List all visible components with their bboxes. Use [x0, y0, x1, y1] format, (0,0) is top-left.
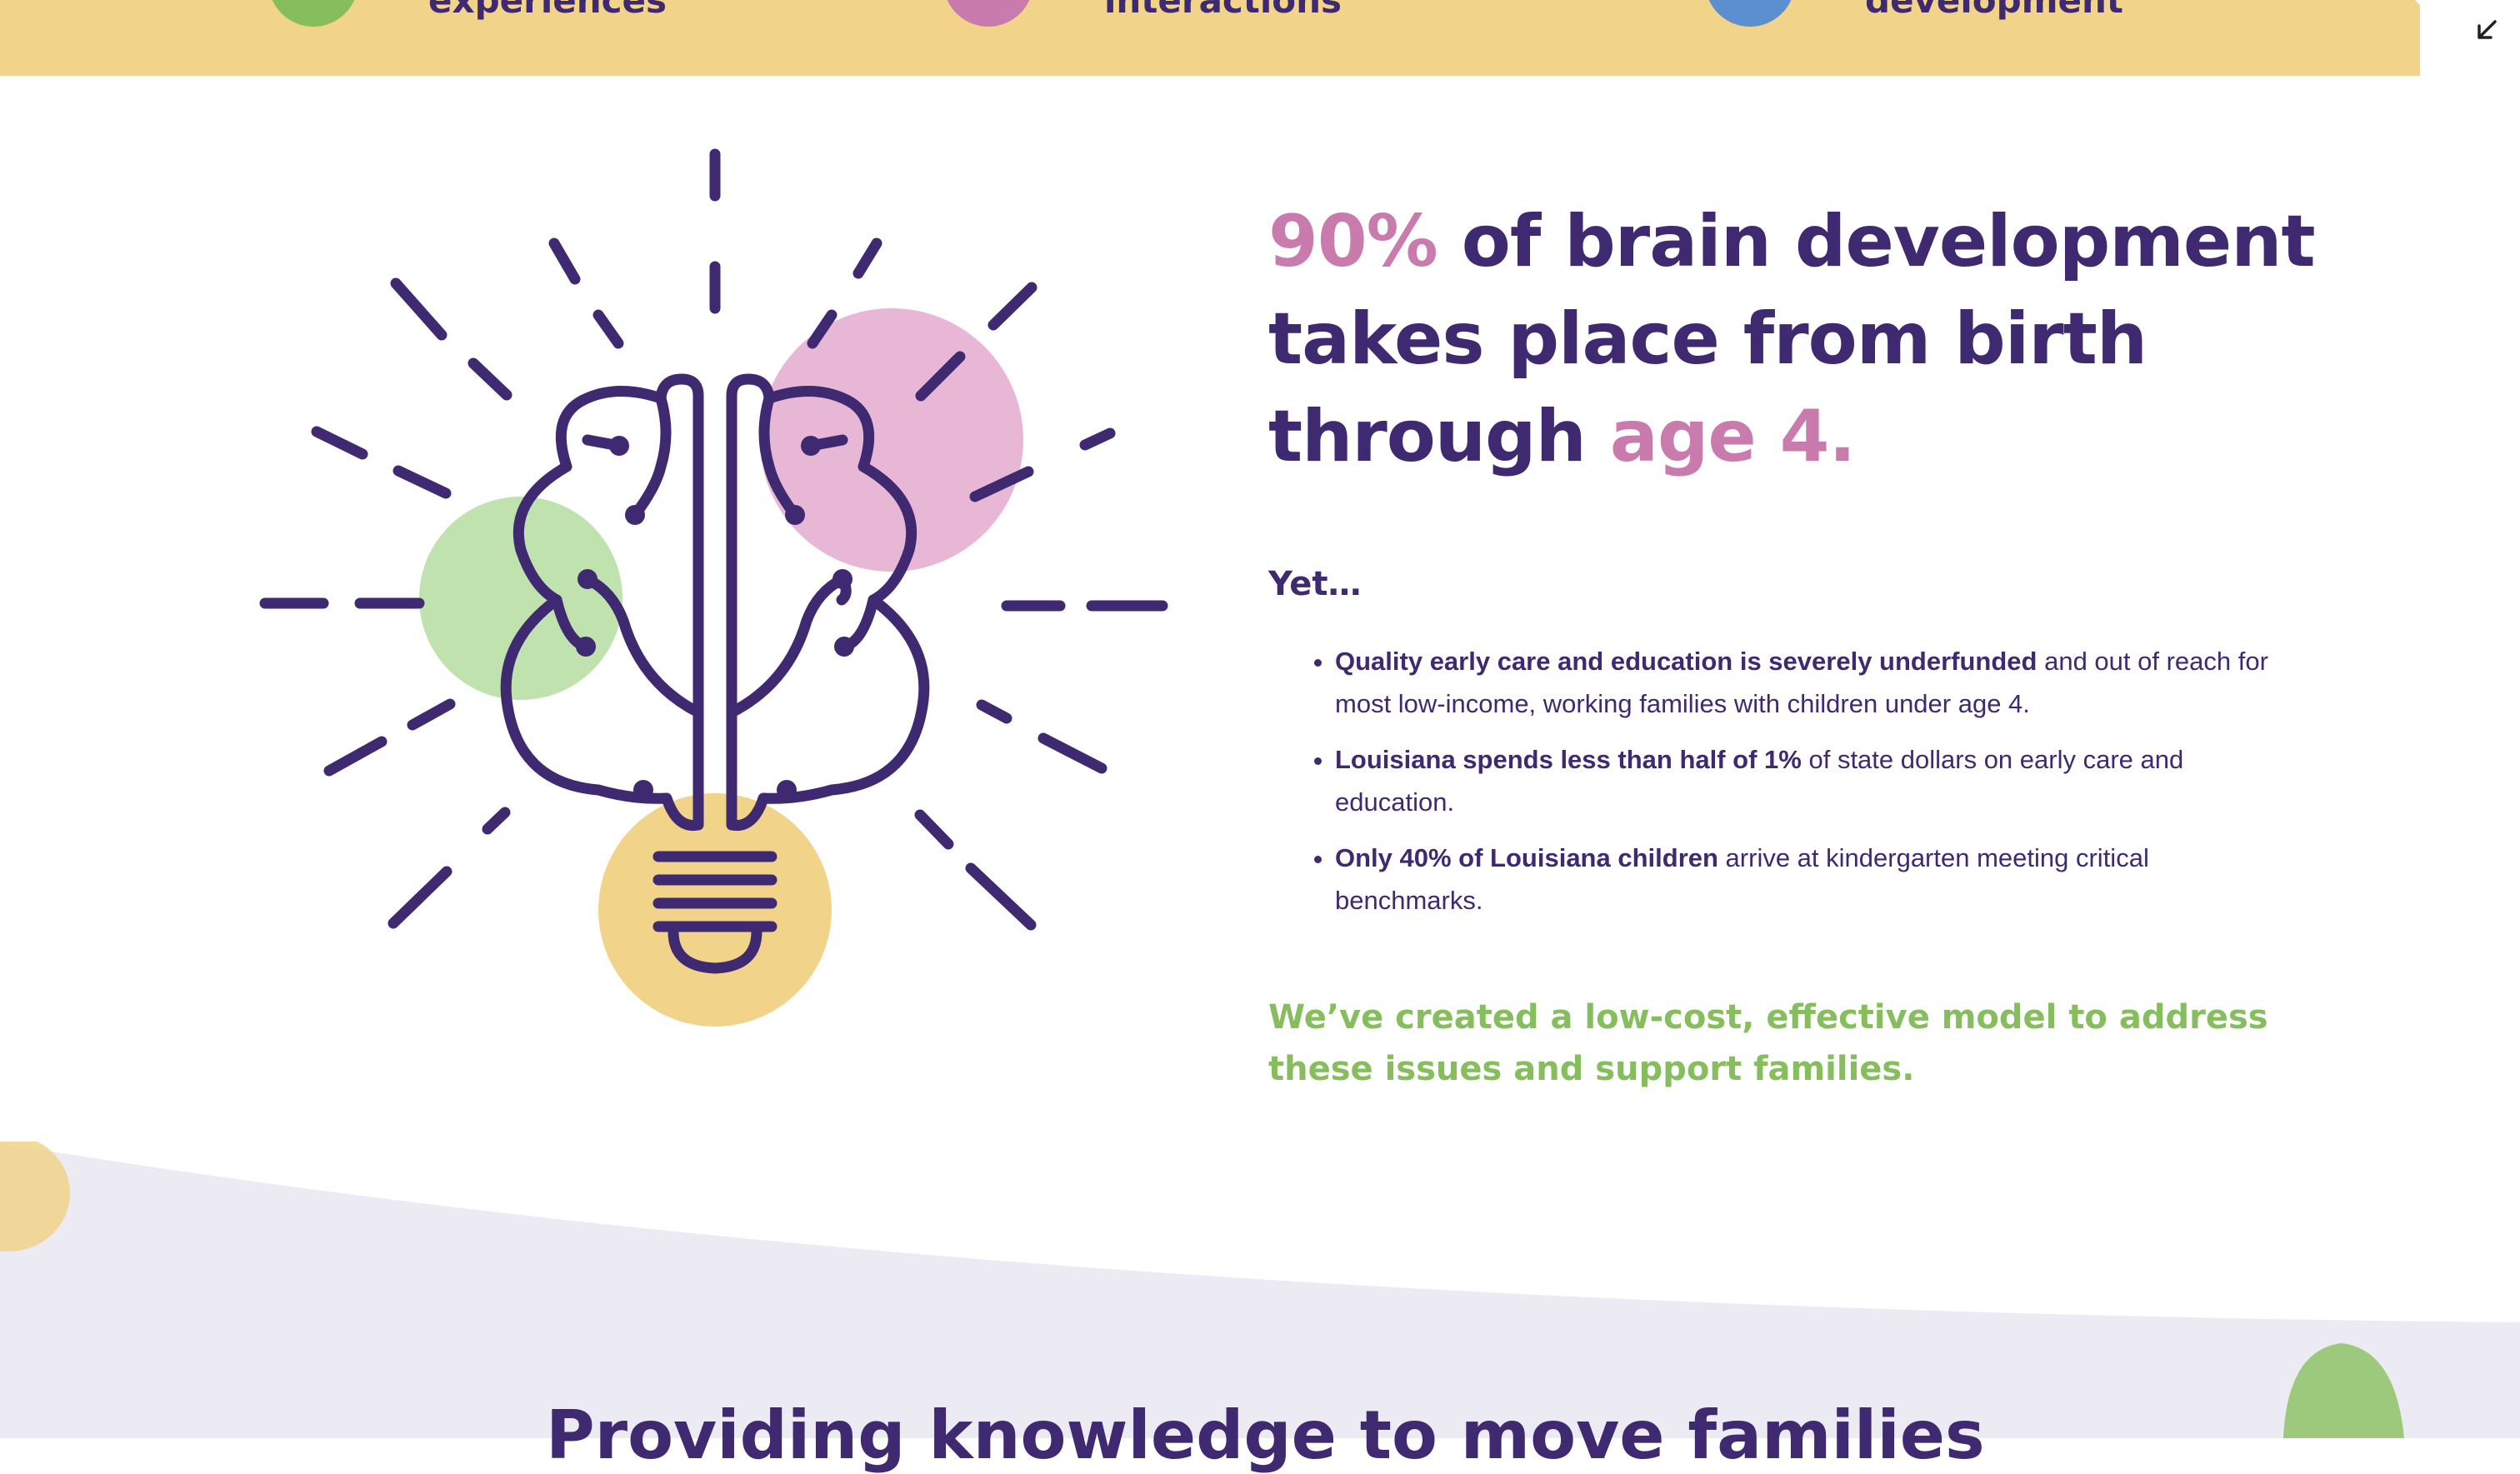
- collapse-button[interactable]: [2468, 12, 2505, 48]
- list-item-bold: Louisiana spends less than half of 1%: [1335, 745, 1802, 774]
- bottom-section-background: [0, 1142, 2520, 1438]
- next-section-title: Providing knowledge to move families: [546, 1397, 1985, 1474]
- pink-circle: [760, 308, 1023, 572]
- feature-label-development: development: [1865, 0, 2123, 21]
- feature-dot-blue: [1705, 0, 1795, 27]
- collapse-arrow-icon: [2478, 20, 2497, 39]
- list-item: Quality early care and education is seve…: [1335, 640, 2302, 725]
- feature-dot-green: [268, 0, 358, 27]
- brain-lightbulb-icon: [259, 148, 1168, 1027]
- headline-highlight-percent: 90%: [1268, 200, 1438, 283]
- statistics-list: Quality early care and education is seve…: [1308, 640, 2302, 935]
- feature-label-interactions: interactions: [1104, 0, 1342, 21]
- yet-label: Yet…: [1268, 565, 1362, 603]
- feature-dot-pink: [943, 0, 1033, 27]
- list-item-bold: Quality early care and education is seve…: [1335, 647, 2038, 676]
- headline: 90% of brain development takes place fro…: [1268, 193, 2352, 486]
- headline-highlight-age: age 4.: [1609, 395, 1856, 478]
- list-item: Only 40% of Louisiana children arrive at…: [1335, 837, 2302, 922]
- feature-label-experiences: experiences: [428, 0, 668, 21]
- yellow-circle: [598, 793, 832, 1027]
- list-item-bold: Only 40% of Louisiana children: [1335, 843, 1718, 872]
- top-feature-band: experiences interactions development: [0, 0, 2492, 76]
- callout-text: We’ve created a low-cost, effective mode…: [1268, 998, 2268, 1088]
- list-item: Louisiana spends less than half of 1% of…: [1335, 738, 2302, 823]
